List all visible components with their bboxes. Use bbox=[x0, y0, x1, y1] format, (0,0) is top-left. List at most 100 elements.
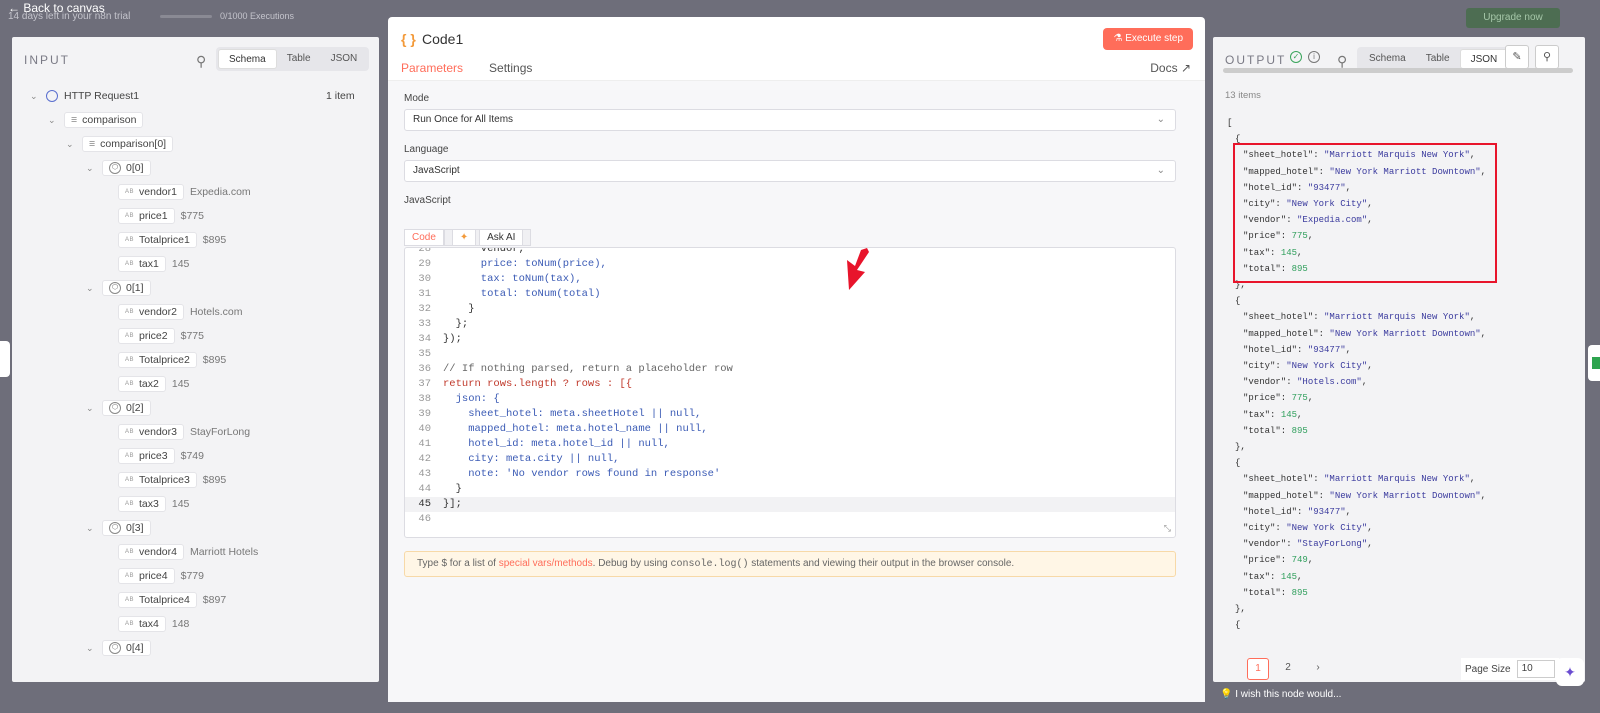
tree-array-comparison[interactable]: ⌄ ≡ comparison bbox=[48, 111, 144, 129]
tree-object-group[interactable]: ⌄ ⬡ 0[0] bbox=[86, 159, 151, 177]
tree-field[interactable]: AB price4 $779 bbox=[118, 567, 204, 585]
tree-field[interactable]: AB vendor4 Marriott Hotels bbox=[118, 543, 258, 561]
tab-settings[interactable]: Settings bbox=[489, 61, 532, 83]
chevron-down-icon[interactable]: ⌄ bbox=[86, 643, 96, 654]
tree-field[interactable]: AB vendor2 Hotels.com bbox=[118, 303, 242, 321]
parameters-body: Mode Run Once for All Items ⌄ Language Ja… bbox=[388, 81, 1205, 702]
language-select[interactable]: JavaScript ⌄ bbox=[404, 160, 1176, 182]
object-label: 0[2] bbox=[126, 402, 144, 414]
tree-field[interactable]: AB Totalprice2 $895 bbox=[118, 351, 226, 369]
docs-link[interactable]: Docs ↗ bbox=[1150, 61, 1191, 75]
tree-field[interactable]: AB tax3 145 bbox=[118, 495, 189, 513]
field-pill: AB tax1 bbox=[118, 256, 166, 272]
json-value: "93477" bbox=[1307, 506, 1346, 517]
tree-field[interactable]: AB tax1 145 bbox=[118, 255, 189, 273]
code-tab[interactable]: Code bbox=[404, 229, 444, 246]
code-text: }]; bbox=[443, 498, 462, 510]
resize-icon[interactable]: ⤡ bbox=[1164, 523, 1171, 534]
tree-object-group[interactable]: ⌄ ⬡ 0[2] bbox=[86, 399, 151, 417]
string-type-icon: AB bbox=[125, 309, 135, 315]
json-value: 775 bbox=[1291, 393, 1308, 404]
input-tab-schema[interactable]: Schema bbox=[218, 49, 277, 69]
ask-ai-tab[interactable]: ✦ Ask AI bbox=[443, 229, 532, 246]
json-value: "New York Marriott Downtown" bbox=[1329, 328, 1481, 339]
tab-parameters[interactable]: Parameters bbox=[401, 61, 464, 83]
json-value: 895 bbox=[1291, 425, 1308, 436]
json-line: "mapped_hotel": "New York Marriott Downt… bbox=[1243, 327, 1486, 342]
ai-assistant-icon[interactable]: ✦ bbox=[1556, 658, 1584, 686]
chevron-down-icon[interactable]: ⌄ bbox=[86, 163, 96, 174]
json-key: "hotel_id": bbox=[1243, 344, 1308, 355]
tree-field[interactable]: AB Totalprice1 $895 bbox=[118, 231, 226, 249]
tree-field[interactable]: AB Totalprice4 $897 bbox=[118, 591, 226, 609]
tree-object-group[interactable]: ⌄ ⬡ 0[3] bbox=[86, 519, 151, 537]
node-name[interactable]: Code1 bbox=[422, 31, 463, 47]
tree-array-item[interactable]: ⌄ ≡ comparison[0] bbox=[66, 135, 174, 153]
field-value: $775 bbox=[180, 330, 204, 342]
page-1[interactable]: 1 bbox=[1247, 658, 1269, 680]
tree-field[interactable]: AB tax2 145 bbox=[118, 375, 189, 393]
code-text: total: toNum(total) bbox=[443, 288, 601, 300]
chevron-down-icon[interactable]: ⌄ bbox=[86, 523, 96, 534]
mode-select[interactable]: Run Once for All Items ⌄ bbox=[404, 109, 1176, 131]
chevron-down-icon[interactable]: ⌄ bbox=[30, 91, 40, 102]
hint-code: console.log() bbox=[670, 559, 749, 570]
field-key: Totalprice4 bbox=[139, 594, 190, 606]
page-size-select[interactable]: 10 bbox=[1516, 660, 1555, 678]
code-line: 37 return rows.length ? rows : [{ bbox=[405, 377, 1175, 392]
json-comma: , bbox=[1307, 393, 1314, 404]
red-highlight-box bbox=[1233, 143, 1497, 283]
search-icon[interactable]: ⚲ bbox=[196, 53, 206, 70]
chevron-down-icon[interactable]: ⌄ bbox=[86, 283, 96, 294]
right-edge-handle[interactable] bbox=[1588, 345, 1600, 381]
execute-step-button[interactable]: ⚗ Execute step bbox=[1103, 28, 1193, 50]
tree-field[interactable]: AB price2 $775 bbox=[118, 327, 204, 345]
tree-object-group[interactable]: ⌄ ⬡ 0[1] bbox=[86, 279, 151, 297]
tree-field[interactable]: AB tax4 148 bbox=[118, 615, 189, 633]
tree-field[interactable]: AB Totalprice3 $895 bbox=[118, 471, 226, 489]
field-key: Totalprice1 bbox=[139, 234, 190, 246]
root-item-count: 1 item bbox=[326, 90, 355, 102]
code-editor[interactable]: 28 vendor, 29 price: toNum(price), 30 tax:… bbox=[404, 247, 1176, 538]
json-line: "sheet_hotel": "Marriott Marquis New Yor… bbox=[1243, 472, 1475, 487]
input-tab-table[interactable]: Table bbox=[277, 49, 321, 69]
tree-field[interactable]: AB price3 $749 bbox=[118, 447, 204, 465]
tree-root-http-request[interactable]: ⌄ HTTP Request1 1 item bbox=[30, 87, 355, 105]
feedback-link[interactable]: 💡 I wish this node would... bbox=[1220, 689, 1341, 700]
string-type-icon: AB bbox=[125, 333, 135, 339]
tree-field[interactable]: AB vendor1 Expedia.com bbox=[118, 183, 251, 201]
pin-icon[interactable]: ⚲ bbox=[1535, 45, 1559, 69]
chevron-down-icon[interactable]: ⌄ bbox=[48, 115, 58, 126]
code-text: return rows.length ? rows : [{ bbox=[443, 378, 633, 390]
next-page-icon[interactable]: › bbox=[1307, 658, 1329, 680]
tree-field[interactable]: AB price1 $775 bbox=[118, 207, 204, 225]
field-key: price2 bbox=[139, 330, 168, 342]
json-brace: { bbox=[1235, 296, 1241, 307]
output-tab-table[interactable]: Table bbox=[1416, 49, 1460, 69]
input-tab-json[interactable]: JSON bbox=[321, 49, 368, 69]
chevron-down-icon[interactable]: ⌄ bbox=[66, 139, 76, 150]
object-pill: ⬡ 0[1] bbox=[102, 280, 151, 296]
horizontal-scrollbar[interactable] bbox=[1223, 68, 1573, 73]
upgrade-button[interactable]: Upgrade now bbox=[1466, 8, 1560, 28]
special-vars-link[interactable]: special vars/methods bbox=[499, 558, 593, 569]
json-comma: , bbox=[1307, 555, 1314, 566]
node-header: { } Code1 ⚗ Execute step Parameters Sett… bbox=[388, 17, 1205, 83]
output-tab-json[interactable]: JSON bbox=[1459, 49, 1509, 69]
chevron-down-icon[interactable]: ⌄ bbox=[86, 403, 96, 414]
info-icon[interactable]: i bbox=[1308, 51, 1320, 63]
left-edge-handle[interactable] bbox=[0, 341, 10, 377]
tree-field[interactable]: AB vendor3 StayForLong bbox=[118, 423, 250, 441]
line-number: 34 bbox=[418, 333, 431, 345]
json-value: "StayForLong" bbox=[1297, 539, 1368, 550]
output-tab-schema[interactable]: Schema bbox=[1359, 49, 1416, 69]
json-key: "price": bbox=[1243, 555, 1292, 566]
mode-label: Mode bbox=[404, 93, 430, 104]
json-comma: , bbox=[1480, 328, 1487, 339]
json-comma: , bbox=[1469, 312, 1476, 323]
edit-icon[interactable]: ✎ bbox=[1505, 45, 1529, 69]
page-2[interactable]: 2 bbox=[1277, 658, 1299, 680]
tree-object-group[interactable]: ⌄ ⬡ 0[4] bbox=[86, 639, 151, 657]
json-line: { bbox=[1235, 456, 1240, 471]
field-value: 145 bbox=[171, 258, 190, 270]
